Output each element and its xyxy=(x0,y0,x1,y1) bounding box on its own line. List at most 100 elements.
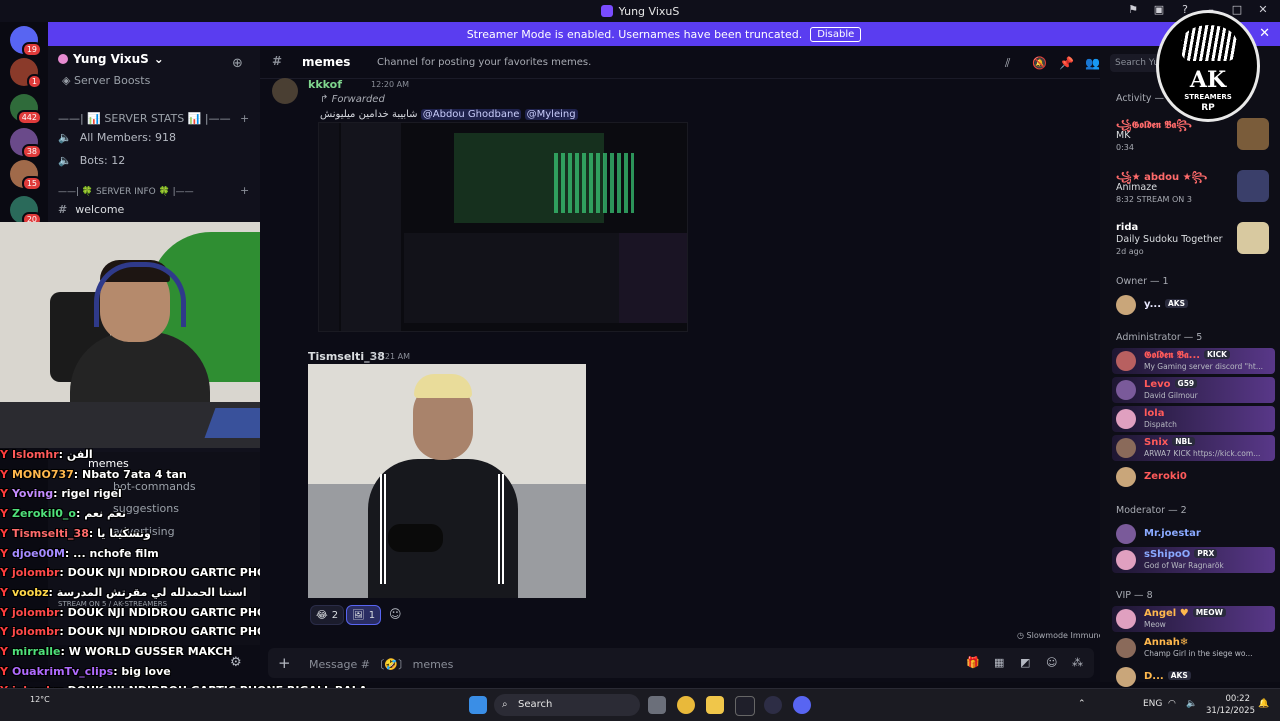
message-author[interactable]: kkkof xyxy=(308,78,342,91)
member-name-line: Annah❄ xyxy=(1144,637,1188,648)
member-item[interactable]: Levo G59 David Gilmour xyxy=(1112,377,1275,403)
member-item[interactable]: Angel ♥ MEOW Meow xyxy=(1112,606,1275,632)
youtube-icon: Y xyxy=(0,467,8,481)
server-icon[interactable]: 1 xyxy=(10,58,42,89)
threads-icon[interactable]: ⫽ xyxy=(1005,56,1010,71)
file-explorer-icon[interactable] xyxy=(706,696,724,714)
channel-all-members[interactable]: 🔈 All Members: 918 xyxy=(58,131,176,144)
server-icon[interactable]: 15 xyxy=(10,160,42,191)
add-channel-icon[interactable]: + xyxy=(240,184,249,197)
pin-icon[interactable]: 📌 xyxy=(1059,56,1074,70)
start-icon[interactable] xyxy=(469,696,487,714)
avatar xyxy=(1116,667,1136,687)
weather-widget[interactable]: 12°C xyxy=(30,694,50,705)
screen-icon[interactable]: ▣ xyxy=(1152,3,1166,17)
discord-taskbar-icon[interactable] xyxy=(793,696,811,714)
mute-icon[interactable]: 🔕 xyxy=(1032,56,1047,70)
server-icon[interactable]: 38 xyxy=(10,128,42,159)
maximize-icon[interactable]: □ xyxy=(1230,3,1244,17)
category-server-info[interactable]: ——| 🍀 SERVER INFO 🍀 |—— + xyxy=(58,184,249,197)
mention[interactable]: @Myleing xyxy=(524,109,578,120)
volume-icon[interactable]: 🔈 xyxy=(1186,699,1197,709)
gift-icon[interactable]: 🎁 xyxy=(966,656,980,669)
avatar[interactable] xyxy=(272,78,298,104)
close-window-icon[interactable]: ✕ xyxy=(1256,3,1270,17)
taskbar-clock[interactable]: 00:22 31/12/2025 xyxy=(1206,693,1255,717)
channel-server-boosts[interactable]: ◈ Server Boosts xyxy=(62,74,150,87)
message-composer[interactable]: + Message # 〔🤣〕 memes 🎁 ▦ ◩ ☺ ⁂ xyxy=(268,648,1094,678)
add-channel-icon[interactable]: + xyxy=(240,112,249,125)
chat-text: : نعم نعم xyxy=(75,507,126,521)
screenshot-server-rail xyxy=(319,123,339,331)
disable-streamer-mode-button[interactable]: Disable xyxy=(810,26,862,42)
notification-icon[interactable]: 🔔 xyxy=(1258,699,1269,709)
chat-username: jolombr xyxy=(11,605,60,619)
channel-bot-commands[interactable]: bot-commands xyxy=(113,480,196,493)
member-status: My Gaming server discord "ht... xyxy=(1144,362,1263,371)
language-indicator[interactable]: ENG xyxy=(1143,699,1162,709)
member-item[interactable]: Zeroki0 xyxy=(1112,464,1275,490)
task-view-icon[interactable] xyxy=(648,696,666,714)
member-name-line: Levo G59 xyxy=(1144,379,1198,390)
server-icon[interactable]: 19 xyxy=(10,26,42,57)
category-server-stats[interactable]: ——| 📊 SERVER STATS 📊 |—— + xyxy=(58,112,249,125)
member-list-icon[interactable]: 👥 xyxy=(1085,56,1100,70)
member-item[interactable]: Snix NBL ARWA7 KICK https://kick.com... xyxy=(1112,435,1275,461)
activity-thumbnail[interactable] xyxy=(1237,118,1269,150)
member-item[interactable]: sShipoO PRX God of War Ragnarök xyxy=(1112,547,1275,573)
attached-photo[interactable] xyxy=(308,364,586,598)
member-name-line: Zeroki0 xyxy=(1144,471,1187,482)
stream-chat-message: Y Islomhr: الفن xyxy=(0,448,93,461)
app-icon[interactable] xyxy=(764,696,782,714)
chat-username: Tismselti_38 xyxy=(11,526,89,540)
youtube-icon: Y xyxy=(0,585,8,599)
channel-welcome[interactable]: # welcome xyxy=(58,203,124,216)
member-item[interactable]: y... AKS xyxy=(1112,292,1275,318)
member-item[interactable]: Annah❄ Champ Girl in the siege wo... xyxy=(1112,635,1275,661)
channel-topic: Channel for posting your favorites memes… xyxy=(377,57,592,68)
activity-thumbnail[interactable] xyxy=(1237,170,1269,202)
unread-badge: 15 xyxy=(21,176,42,191)
member-status: David Gilmour xyxy=(1144,391,1198,400)
chat-text: : ... nchofe film xyxy=(64,546,159,560)
reaction-image[interactable]: 🖼 1 xyxy=(346,605,382,625)
channel-bots[interactable]: 🔈 Bots: 12 xyxy=(58,154,125,167)
member-item[interactable]: 𝕲𝖔𝖑𝖉𝖊𝖓 𝕭𝖆... KICK My Gaming server discord… xyxy=(1112,348,1275,374)
member-name: Zeroki0 xyxy=(1144,471,1187,482)
taskbar-search[interactable]: ⌕ Search xyxy=(494,694,640,716)
chrome-icon[interactable] xyxy=(677,696,695,714)
speaker-icon: 🔈 xyxy=(58,131,72,144)
apps-icon[interactable]: ⁂ xyxy=(1072,656,1083,669)
attached-screenshot[interactable] xyxy=(318,122,688,332)
mention[interactable]: @Abdou Ghodbane xyxy=(420,109,522,120)
obs-icon[interactable] xyxy=(735,696,755,716)
composer-placeholder: Message # 〔🤣〕 memes xyxy=(309,658,454,671)
member-item[interactable]: lola Dispatch xyxy=(1112,406,1275,432)
activity-user[interactable]: rida xyxy=(1116,222,1138,233)
webcam-overlay xyxy=(0,222,303,448)
channel-header: # memes Channel for posting your favorit… xyxy=(260,46,1100,79)
emoji-icon[interactable]: ☺ xyxy=(1046,656,1057,669)
activity-thumbnail[interactable] xyxy=(1237,222,1269,254)
photo-person-hair xyxy=(414,374,472,398)
server-icon[interactable]: 20 xyxy=(10,196,42,227)
server-header[interactable]: Yung VixuS ⌄ xyxy=(58,52,164,66)
search-icon: ⌕ xyxy=(502,699,508,710)
reaction-laugh[interactable]: 😂 2 xyxy=(310,605,345,625)
close-banner-icon[interactable]: ✕ xyxy=(1259,26,1270,41)
unread-badge: 442 xyxy=(16,110,42,125)
chevron-up-icon[interactable]: ⌃ xyxy=(1078,699,1086,709)
attach-plus-icon[interactable]: + xyxy=(278,654,291,672)
gif-icon[interactable]: ▦ xyxy=(994,656,1004,669)
inbox-icon[interactable]: ⚑ xyxy=(1126,3,1140,17)
server-name: Yung VixuS xyxy=(73,52,149,66)
member-item[interactable]: D... AKS xyxy=(1112,664,1275,690)
avatar xyxy=(1116,550,1136,570)
sticker-icon[interactable]: ◩ xyxy=(1020,656,1030,669)
wifi-icon[interactable]: ◠ xyxy=(1168,699,1176,709)
server-icon[interactable]: 442 xyxy=(10,94,42,125)
add-member-icon[interactable]: ⊕ xyxy=(232,56,243,71)
chat-text: : W WORLD GUSSER MAKCH xyxy=(60,645,233,658)
member-item[interactable]: Mr.joestar xyxy=(1112,521,1275,547)
add-reaction-icon[interactable]: ☺ xyxy=(389,607,402,621)
